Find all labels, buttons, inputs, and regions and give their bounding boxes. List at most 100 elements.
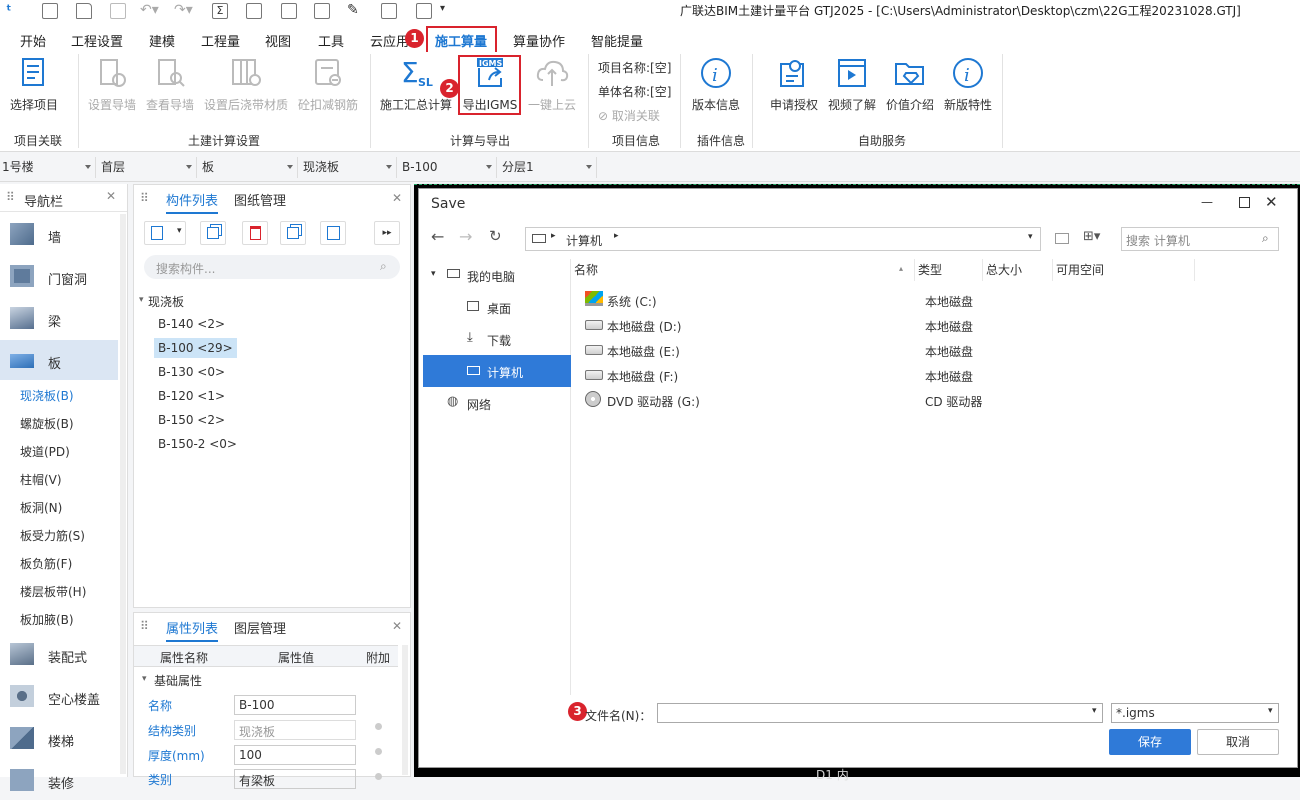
category-select[interactable]: 板 — [200, 157, 298, 178]
component-item-selected[interactable]: B-100 <29> — [154, 338, 237, 358]
nav-category-slab[interactable]: 板 — [0, 340, 118, 380]
quick-access-more-icon[interactable]: ▾ — [440, 3, 445, 14]
sum-icon[interactable]: Σ — [212, 3, 228, 19]
nav-sub-item[interactable]: 楼层板带(H) — [20, 583, 86, 600]
nav-category-decoration[interactable]: 装修 — [0, 760, 118, 800]
view-options-icon[interactable]: ⊞▾ — [1083, 229, 1100, 244]
menu-start[interactable]: 开始 — [20, 31, 46, 50]
col-free[interactable]: 可用空间 — [1053, 259, 1195, 281]
tab-layer-manage[interactable]: 图层管理 — [234, 618, 286, 637]
file-row[interactable]: 系统 (C:) 本地磁盘 — [579, 288, 1279, 313]
maximize-icon[interactable] — [1239, 197, 1250, 208]
tab-property-list[interactable]: 属性列表 — [166, 618, 219, 642]
new-component-button[interactable]: ▾ — [144, 221, 186, 245]
duplicate-button[interactable] — [280, 221, 306, 245]
edit-icon[interactable]: ✎ — [347, 2, 359, 18]
layout-icon[interactable] — [314, 3, 330, 19]
tab-component-list[interactable]: 构件列表 — [166, 190, 219, 214]
back-arrow-icon[interactable]: ← — [431, 227, 444, 246]
tree-downloads[interactable]: ⤓ 下载 — [423, 323, 571, 355]
nav-category-hollow-floor[interactable]: 空心楼盖 — [0, 676, 118, 716]
menu-view[interactable]: 视图 — [265, 31, 291, 50]
nav-sub-item[interactable]: 螺旋板(B) — [20, 415, 74, 432]
close-icon[interactable]: ✕ — [1265, 193, 1278, 211]
rebar-reduce-button[interactable]: 砼扣减钢筋 — [296, 52, 360, 113]
search-icon[interactable]: ⌕ — [380, 259, 387, 274]
search-icon[interactable]: ⌕ — [1262, 231, 1269, 246]
report-icon[interactable] — [246, 3, 262, 19]
chevron-down-icon[interactable]: ▾ — [1028, 232, 1033, 242]
menu-collaboration[interactable]: 算量协作 — [513, 31, 565, 50]
prop-value-input[interactable]: 100 — [234, 745, 356, 765]
props-scrollbar[interactable] — [402, 645, 408, 775]
menu-tools[interactable]: 工具 — [318, 31, 344, 50]
col-type[interactable]: 类型 — [915, 259, 983, 281]
tab-drawing-manage[interactable]: 图纸管理 — [234, 190, 286, 209]
close-icon[interactable]: ✕ — [392, 191, 402, 205]
chevron-down-icon[interactable]: ▾ — [1268, 706, 1273, 716]
save-icon[interactable] — [110, 3, 126, 19]
attach-checkbox[interactable] — [375, 748, 382, 755]
apply-auth-button[interactable]: 申请授权 — [768, 52, 820, 113]
video-button[interactable]: 视频了解 — [826, 52, 878, 113]
component-item[interactable]: B-150 <2> — [158, 413, 225, 427]
file-row[interactable]: 本地磁盘 (D:) 本地磁盘 — [579, 313, 1279, 338]
nav-sub-item[interactable]: 板受力筋(S) — [20, 527, 85, 544]
version-info-button[interactable]: i 版本信息 — [688, 52, 744, 113]
nav-sub-item[interactable]: 板加腋(B) — [20, 611, 74, 628]
nav-sub-item[interactable]: 坡道(PD) — [20, 443, 70, 460]
file-row[interactable]: DVD 驱动器 (G:) CD 驱动器 — [579, 388, 1279, 413]
cancel-link-button[interactable]: ⊘ 取消关联 — [598, 107, 660, 124]
floor-copy-button[interactable] — [320, 221, 346, 245]
col-name[interactable]: 名称 ▴ — [571, 259, 915, 281]
tree-group-toggle-icon[interactable]: ▾ — [139, 295, 144, 305]
component-item[interactable]: B-150-2 <0> — [158, 437, 237, 451]
chevron-down-icon[interactable]: ▾ — [1092, 706, 1097, 716]
tree-computer[interactable]: 计算机 — [423, 355, 571, 387]
nav-scrollbar[interactable] — [120, 214, 126, 774]
upload-cloud-button[interactable]: 一键上云 — [526, 52, 578, 113]
address-bar[interactable]: ▸ 计算机 ▸ ▾ — [525, 227, 1041, 251]
file-row[interactable]: 本地磁盘 (F:) 本地磁盘 — [579, 363, 1279, 388]
dialog-search-input[interactable]: 搜索 计算机 ⌕ — [1121, 227, 1279, 251]
refresh-icon[interactable]: ↻ — [489, 227, 502, 245]
set-post-pour-button[interactable]: 设置后浇带材质 — [202, 52, 290, 113]
menu-smart-extract[interactable]: 智能提量 — [591, 31, 643, 50]
drag-handle-icon[interactable]: ⠿ — [6, 190, 15, 204]
copy-button[interactable] — [200, 221, 226, 245]
nav-sub-item[interactable]: 现浇板(B) — [20, 387, 74, 404]
prop-value-input[interactable]: 有梁板 — [234, 769, 356, 789]
file-row[interactable]: 本地磁盘 (E:) 本地磁盘 — [579, 338, 1279, 363]
menu-project-settings[interactable]: 工程设置 — [71, 31, 123, 50]
forward-arrow-icon[interactable]: → — [459, 227, 472, 246]
new-folder-icon[interactable] — [1055, 233, 1069, 244]
nav-category-wall[interactable]: 墙 — [0, 214, 118, 254]
view-guide-wall-button[interactable]: 查看导墙 — [144, 52, 196, 113]
nav-sub-item[interactable]: 板负筋(F) — [20, 555, 72, 572]
redo-icon[interactable]: ↷▾ — [174, 2, 193, 18]
select-project-button[interactable]: 选择项目 — [6, 52, 62, 113]
delete-button[interactable] — [242, 221, 268, 245]
col-size[interactable]: 总大小 — [983, 259, 1053, 281]
grid-icon[interactable] — [281, 3, 297, 19]
new-features-button[interactable]: i 新版特性 — [942, 52, 994, 113]
close-icon[interactable]: ✕ — [392, 619, 402, 633]
tree-my-pc[interactable]: ▾ 我的电脑 — [423, 259, 571, 291]
component-search-input[interactable]: 搜索构件... ⌕ — [144, 255, 400, 279]
nav-category-prefab[interactable]: 装配式 — [0, 634, 118, 674]
filename-input[interactable]: ▾ — [657, 703, 1103, 723]
section-toggle-icon[interactable]: ▾ — [142, 674, 147, 684]
element-icon[interactable] — [381, 3, 397, 19]
component-item[interactable]: B-120 <1> — [158, 389, 225, 403]
more-tools-button[interactable]: ▸▸ — [374, 221, 400, 245]
price-button[interactable]: 价值介绍 — [884, 52, 936, 113]
nav-sub-item[interactable]: 板洞(N) — [20, 499, 62, 516]
set-guide-wall-button[interactable]: 设置导墙 — [86, 52, 138, 113]
cancel-button[interactable]: 取消 — [1197, 729, 1279, 755]
nav-category-beam[interactable]: 梁 — [0, 298, 118, 338]
tree-desktop[interactable]: 桌面 — [423, 291, 571, 323]
attach-checkbox[interactable] — [375, 723, 382, 730]
component-select[interactable]: B-100 — [400, 157, 497, 178]
save-button[interactable]: 保存 — [1109, 729, 1191, 755]
open-folder-icon[interactable] — [76, 3, 92, 19]
